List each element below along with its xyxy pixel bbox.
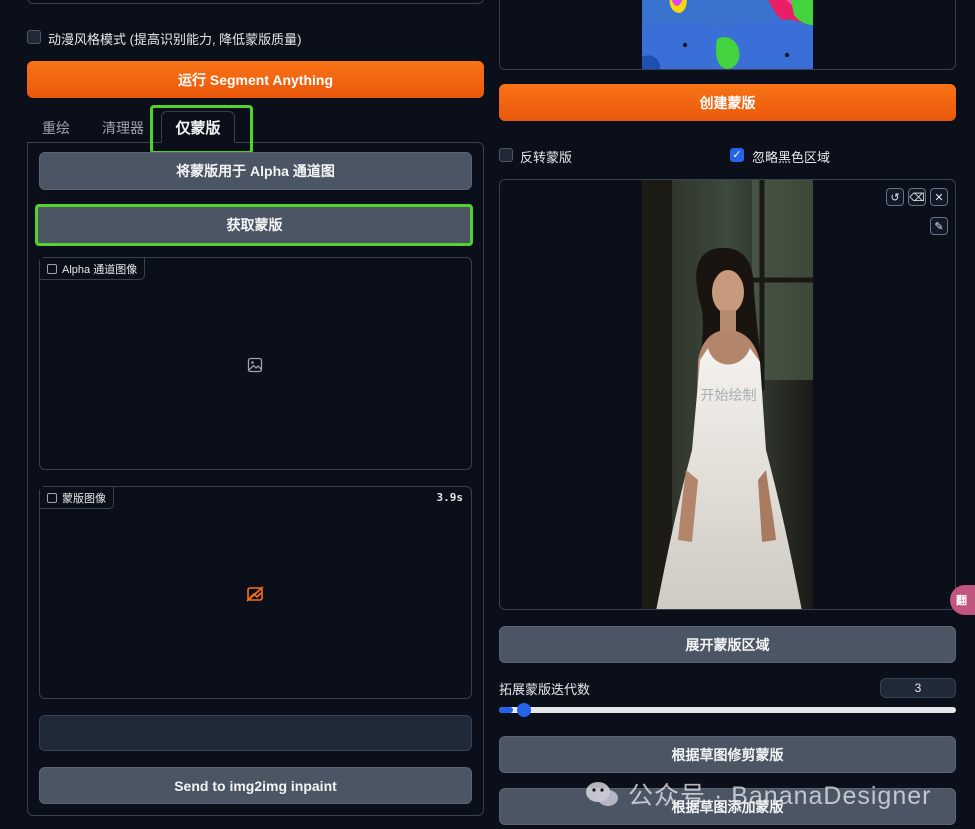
- iterations-label: 拓展蒙版迭代数: [499, 682, 591, 697]
- anime-mode-checkbox[interactable]: [27, 30, 41, 44]
- iterations-slider-thumb[interactable]: [516, 703, 531, 717]
- alpha-image-chip: Alpha 通道图像: [40, 258, 146, 280]
- canvas-start-drawing-text: 开始绘制: [700, 387, 757, 403]
- processing-time: 3.9s: [436, 491, 464, 504]
- segmentation-map-image: [642, 0, 813, 69]
- iterations-slider-track[interactable]: [499, 703, 956, 717]
- watermark-text: 公众号 · BananaDesigner: [628, 782, 932, 810]
- trim-mask-button[interactable]: 根据草图修剪蒙版: [499, 736, 956, 773]
- iterations-input[interactable]: 3: [880, 678, 956, 698]
- tab-cleaner[interactable]: 清理器: [92, 113, 154, 143]
- output-textbox[interactable]: [39, 715, 472, 751]
- invert-mask-checkbox[interactable]: [499, 148, 513, 162]
- image-icon: [47, 492, 57, 503]
- close-icon[interactable]: ✕: [930, 188, 948, 206]
- segment-preview-panel: [499, 0, 956, 70]
- side-translate-badge[interactable]: 翻: [950, 585, 975, 615]
- alpha-image-panel: Alpha 通道图像: [39, 257, 472, 470]
- mask-image-chip: 蒙版图像: [40, 487, 114, 509]
- expand-mask-button[interactable]: 展开蒙版区域: [499, 626, 956, 663]
- invert-mask-label: 反转蒙版: [520, 150, 573, 165]
- image-icon: [47, 263, 57, 274]
- ignore-black-label: 忽略黑色区域: [752, 150, 831, 165]
- sketch-canvas-panel[interactable]: 开始绘制 ↺ ⌫ ✕ ✎: [499, 179, 956, 610]
- run-segment-anything-button[interactable]: 运行 Segment Anything: [27, 61, 484, 98]
- mask-image-panel: 蒙版图像 3.9s: [39, 486, 472, 699]
- previous-field: [27, 0, 484, 4]
- image-placeholder-icon: [247, 357, 263, 373]
- alpha-image-label: Alpha 通道图像: [62, 263, 138, 276]
- wechat-icon: [586, 782, 618, 806]
- get-mask-highlight-box: [35, 204, 473, 246]
- loading-image-icon: [246, 586, 264, 602]
- ignore-black-checkbox[interactable]: ✓: [730, 148, 744, 162]
- tab-highlight-box: [150, 105, 253, 154]
- eraser-icon[interactable]: ⌫: [908, 188, 926, 206]
- mask-image-label: 蒙版图像: [62, 492, 106, 505]
- create-mask-button[interactable]: 创建蒙版: [499, 84, 956, 121]
- watermark: 公众号 · BananaDesigner: [584, 776, 931, 812]
- brush-icon[interactable]: ✎: [930, 217, 948, 235]
- iterations-slider-fill: [499, 707, 513, 713]
- anime-mode-label: 动漫风格模式 (提高识别能力, 降低蒙版质量): [48, 32, 302, 47]
- send-to-inpaint-button[interactable]: Send to img2img inpaint: [39, 767, 472, 804]
- undo-icon[interactable]: ↺: [886, 188, 904, 206]
- apply-alpha-button[interactable]: 将蒙版用于 Alpha 通道图: [39, 152, 472, 190]
- tab-inpaint[interactable]: 重绘: [30, 113, 82, 143]
